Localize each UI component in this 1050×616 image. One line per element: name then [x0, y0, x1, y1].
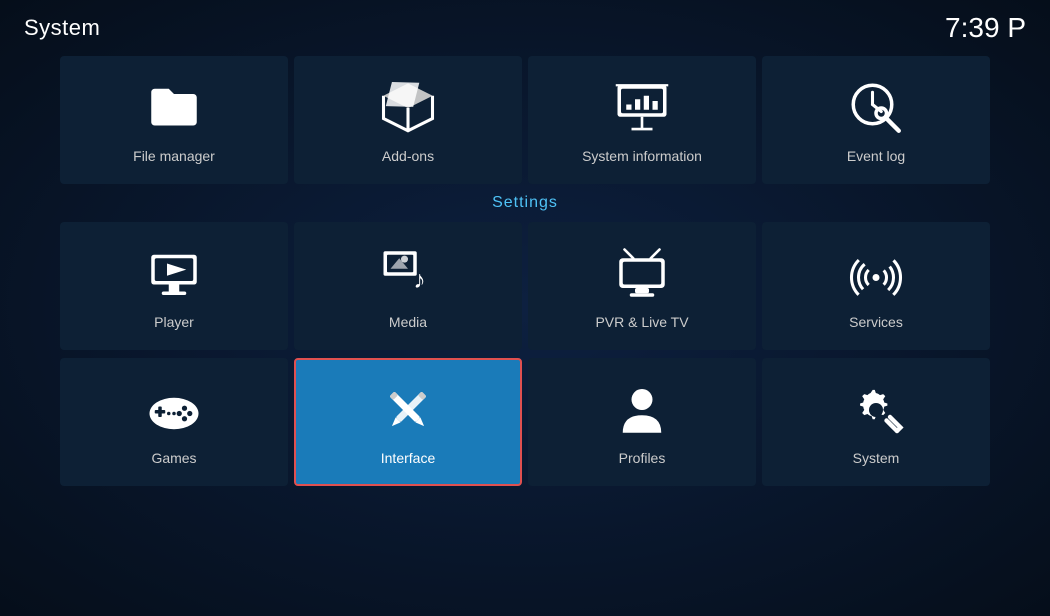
tile-event-log[interactable]: Event log [762, 56, 990, 184]
gear-fork-icon [844, 378, 908, 442]
tile-system-information-label: System information [582, 148, 702, 164]
tile-services[interactable]: Services [762, 222, 990, 350]
tile-add-ons-label: Add-ons [382, 148, 434, 164]
tile-system-information[interactable]: System information [528, 56, 756, 184]
tile-media[interactable]: ♪ Media [294, 222, 522, 350]
tile-pvr-live-tv-label: PVR & Live TV [595, 314, 688, 330]
bottom-tiles-row: Games [0, 358, 1050, 486]
clock-search-icon [844, 76, 908, 140]
page-title: System [24, 15, 100, 41]
pencil-cross-icon [376, 378, 440, 442]
tile-system[interactable]: System [762, 358, 990, 486]
tile-games-label: Games [151, 450, 196, 466]
tile-services-label: Services [849, 314, 903, 330]
tile-event-log-label: Event log [847, 148, 905, 164]
top-tiles-row: File manager Add-ons [0, 56, 1050, 184]
person-icon [610, 378, 674, 442]
settings-section-label: Settings [0, 194, 1050, 212]
presentation-icon [610, 76, 674, 140]
tv-icon [610, 242, 674, 306]
folder-icon [142, 76, 206, 140]
tile-profiles[interactable]: Profiles [528, 358, 756, 486]
tile-file-manager-label: File manager [133, 148, 215, 164]
tile-media-label: Media [389, 314, 427, 330]
tile-pvr-live-tv[interactable]: PVR & Live TV [528, 222, 756, 350]
box-icon [376, 76, 440, 140]
broadcast-icon [844, 242, 908, 306]
tile-player-label: Player [154, 314, 194, 330]
tile-interface[interactable]: Interface [294, 358, 522, 486]
tile-file-manager[interactable]: File manager [60, 56, 288, 184]
gamepad-icon [142, 378, 206, 442]
play-icon [142, 242, 206, 306]
tile-interface-label: Interface [381, 450, 435, 466]
tile-profiles-label: Profiles [619, 450, 666, 466]
media-icon: ♪ [376, 242, 440, 306]
clock: 7:39 P [945, 12, 1026, 44]
tile-system-label: System [853, 450, 900, 466]
tile-games[interactable]: Games [60, 358, 288, 486]
tile-player[interactable]: Player [60, 222, 288, 350]
svg-text:♪: ♪ [413, 267, 425, 294]
tile-add-ons[interactable]: Add-ons [294, 56, 522, 184]
settings-tiles-row: Player ♪ Media [0, 222, 1050, 350]
